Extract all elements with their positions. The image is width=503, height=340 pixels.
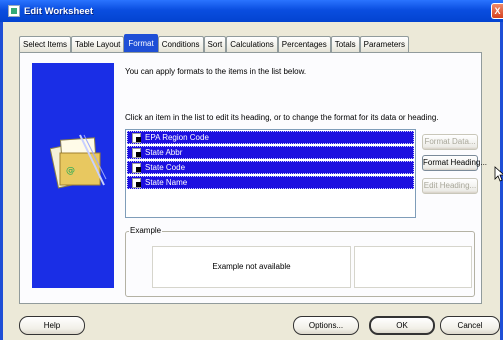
example-preview-secondary: [354, 246, 472, 288]
example-label: Example: [129, 226, 163, 235]
tab-table-layout[interactable]: Table Layout: [71, 36, 125, 52]
worksheet-icon: [8, 5, 20, 17]
tab-parameters[interactable]: Parameters: [359, 36, 409, 52]
item-icon: [132, 162, 141, 173]
format-panel: @ You can apply formats to the items in …: [19, 52, 487, 304]
intro-text: You can apply formats to the items in th…: [125, 67, 307, 76]
wizard-side-image: @: [32, 63, 114, 288]
title-bar[interactable]: Edit Worksheet X: [0, 0, 503, 22]
tab-totals[interactable]: Totals: [330, 36, 360, 52]
items-listbox[interactable]: EPA Region Code State Abbr State Code St…: [125, 129, 416, 218]
instruction-text: Click an item in the list to edit its he…: [125, 113, 439, 122]
tab-calculations[interactable]: Calculations: [226, 36, 278, 52]
edit-heading-button[interactable]: Edit Heading...: [422, 178, 478, 194]
example-group: Example Example not available: [125, 226, 475, 297]
list-item-label: State Name: [145, 178, 188, 187]
list-item[interactable]: State Abbr: [127, 146, 414, 159]
list-item[interactable]: State Name: [127, 176, 414, 189]
list-item-label: State Code: [145, 163, 186, 172]
example-preview: Example not available: [152, 246, 351, 288]
format-data-button[interactable]: Format Data...: [422, 134, 478, 150]
tab-select-items[interactable]: Select Items: [19, 36, 72, 52]
item-icon: [132, 177, 141, 188]
mouse-cursor-icon: [494, 166, 503, 182]
folder-documents-icon: @: [50, 134, 107, 189]
edit-worksheet-dialog: Edit Worksheet X Select Items Table Layo…: [0, 0, 503, 340]
list-item-label: EPA Region Code: [145, 133, 209, 142]
tab-percentages[interactable]: Percentages: [277, 36, 331, 52]
list-item-label: State Abbr: [145, 148, 183, 157]
tab-strip: Select Items Table Layout Format Conditi…: [19, 34, 409, 52]
tab-sort[interactable]: Sort: [203, 36, 227, 52]
window-title: Edit Worksheet: [24, 5, 93, 17]
svg-text:@: @: [66, 166, 75, 176]
cancel-button[interactable]: Cancel: [440, 316, 500, 335]
ok-button[interactable]: OK: [369, 316, 435, 335]
options-button[interactable]: Options...: [293, 316, 359, 335]
item-icon: [132, 147, 141, 158]
item-icon: [132, 132, 141, 143]
format-heading-button[interactable]: Format Heading...: [422, 155, 487, 171]
tab-format[interactable]: Format: [124, 34, 158, 52]
tab-conditions[interactable]: Conditions: [157, 36, 204, 52]
list-item[interactable]: State Code: [127, 161, 414, 174]
list-item[interactable]: EPA Region Code: [127, 131, 414, 144]
help-button[interactable]: Help: [19, 316, 85, 335]
close-button[interactable]: X: [491, 3, 503, 19]
